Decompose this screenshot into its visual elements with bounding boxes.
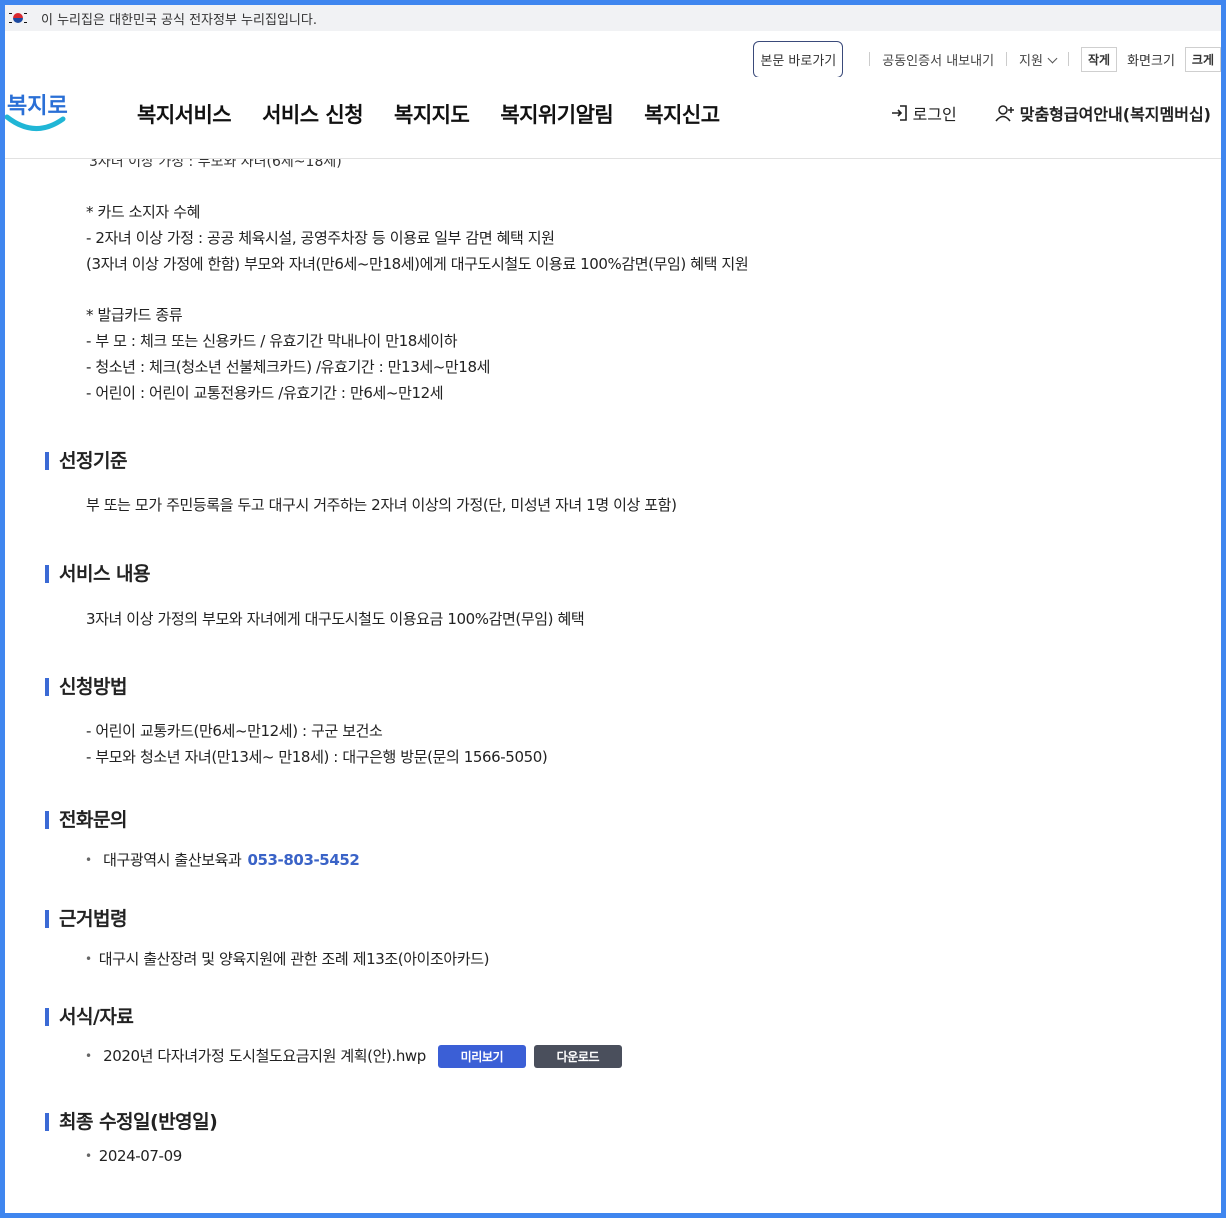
nav-crisis-alert[interactable]: 복지위기알림 [500,99,613,129]
user-add-icon [995,105,1014,122]
nav-welfare-service[interactable]: 복지서비스 [137,99,232,129]
nav-welfare-map[interactable]: 복지지도 [394,99,470,129]
login-button[interactable]: 로그인 [890,101,957,125]
support-menu[interactable]: 지원 [1019,50,1058,69]
browser-viewport: 이 누리집은 대한민국 공식 전자정부 누리집입니다. 본문 바로가기 공동인증… [5,5,1221,1213]
divider [869,52,871,66]
nav-service-apply[interactable]: 서비스 신청 [262,99,363,129]
card-benefit-title: * 카드 소지자 수혜 [86,203,201,221]
section-title-phone: 전화문의 [45,811,127,830]
korea-flag-icon [9,12,27,25]
login-icon [891,105,907,121]
card-benefit-line: - 2자녀 이상 가정 : 공공 체육시설, 공영주차장 등 이용료 일부 감면… [86,229,555,247]
updated-date: 2024-07-09 [85,1147,183,1165]
partial-text-line: 3자녀 이상 가정 : 부모와 자녀(6세~18세) [89,159,342,170]
apply-block: - 어린이 교통카드(만6세~만12세) : 구군 보건소 - 부모와 청소년 … [86,718,548,770]
card-types-line: - 부 모 : 체크 또는 신용카드 / 유효기간 막내나이 만18세이하 [86,332,458,350]
support-label: 지원 [1019,53,1043,69]
apply-line: - 어린이 교통카드(만6세~만12세) : 구군 보건소 [86,722,383,740]
chevron-down-icon [1047,53,1058,63]
utility-bar: 본문 바로가기 공동인증서 내보내기 지원 작게 화면크기 크게 [753,40,1221,78]
download-button[interactable]: 다운로드 [533,1045,622,1068]
zoom-out-button[interactable]: 작게 [1080,46,1118,72]
law-item: 대구시 출산장려 및 양육지원에 관한 조례 제13조(아이조아카드) [85,948,490,969]
zoom-in-button[interactable]: 크게 [1184,46,1221,72]
card-types-line: - 청소년 : 체크(청소년 선불체크카드) /유효기간 : 만13세~만18세 [86,358,490,376]
phone-item: 대구광역시 출산보육과 053-803-5452 [85,849,360,870]
main-nav: 복지서비스 서비스 신청 복지지도 복지위기알림 복지신고 [137,99,751,129]
membership-label: 맞춤형급여안내(복지멤버십) [1019,105,1211,124]
card-benefit-line: (3자녀 이상 가정에 한함) 부모와 자녀(만6세~만18세)에게 대구도시철… [86,255,749,273]
service-text: 3자녀 이상 가정의 부모와 자녀에게 대구도시철도 이용요금 100%감면(무… [86,610,585,628]
gov-banner-text: 이 누리집은 대한민국 공식 전자정부 누리집입니다. [41,12,317,28]
bokjiro-logo[interactable]: 복지로 [5,81,69,137]
phone-org: 대구광역시 출산보육과 [103,851,242,869]
cert-export-link[interactable]: 공동인증서 내보내기 [882,50,994,69]
section-title-criteria: 선정기준 [45,452,127,471]
card-types-line: - 어린이 : 어린이 교통전용카드 /유효기간 : 만6세~만12세 [86,384,444,402]
nav-welfare-report[interactable]: 복지신고 [644,99,720,129]
form-file-name: 2020년 다자녀가정 도시철도요금지원 계획(안).hwp [103,1047,426,1065]
form-file-item: 2020년 다자녀가정 도시철도요금지원 계획(안).hwp 미리보기 다운로드 [85,1045,622,1068]
preview-button[interactable]: 미리보기 [437,1045,526,1068]
card-types-title: * 발급카드 종류 [86,306,183,324]
phone-number-link[interactable]: 053-803-5452 [247,851,359,869]
gov-banner: 이 누리집은 대한민국 공식 전자정부 누리집입니다. [5,5,1221,31]
divider [1006,52,1008,66]
criteria-text: 부 또는 모가 주민등록을 두고 대구시 거주하는 2자녀 이상의 가정(단, … [86,496,677,514]
divider [1067,52,1069,66]
logo-text: 복지로 [7,94,68,119]
card-benefit-block: * 카드 소지자 수혜 - 2자녀 이상 가정 : 공공 체육시설, 공영주차장… [86,199,749,277]
login-label: 로그인 [912,105,957,124]
section-title-apply: 신청방법 [45,678,127,697]
membership-button[interactable]: 맞춤형급여안내(복지멤버십) [995,101,1211,125]
apply-line: - 부모와 청소년 자녀(만13세~ 만18세) : 대구은행 방문(문의 15… [86,748,548,766]
header-actions: 로그인 맞춤형급여안내(복지멤버십) [890,101,1211,125]
section-title-law: 근거법령 [45,910,127,929]
zoom-label: 화면크기 [1127,53,1175,69]
skip-to-content-button[interactable]: 본문 바로가기 [753,40,844,78]
section-title-updated: 최종 수정일(반영일) [45,1113,218,1132]
section-title-service: 서비스 내용 [45,565,151,584]
site-header: 복지로 복지서비스 서비스 신청 복지지도 복지위기알림 복지신고 로그인 맞춤… [5,77,1221,159]
card-types-block: * 발급카드 종류 - 부 모 : 체크 또는 신용카드 / 유효기간 막내나이… [86,302,490,406]
section-title-forms: 서식/자료 [45,1008,134,1027]
